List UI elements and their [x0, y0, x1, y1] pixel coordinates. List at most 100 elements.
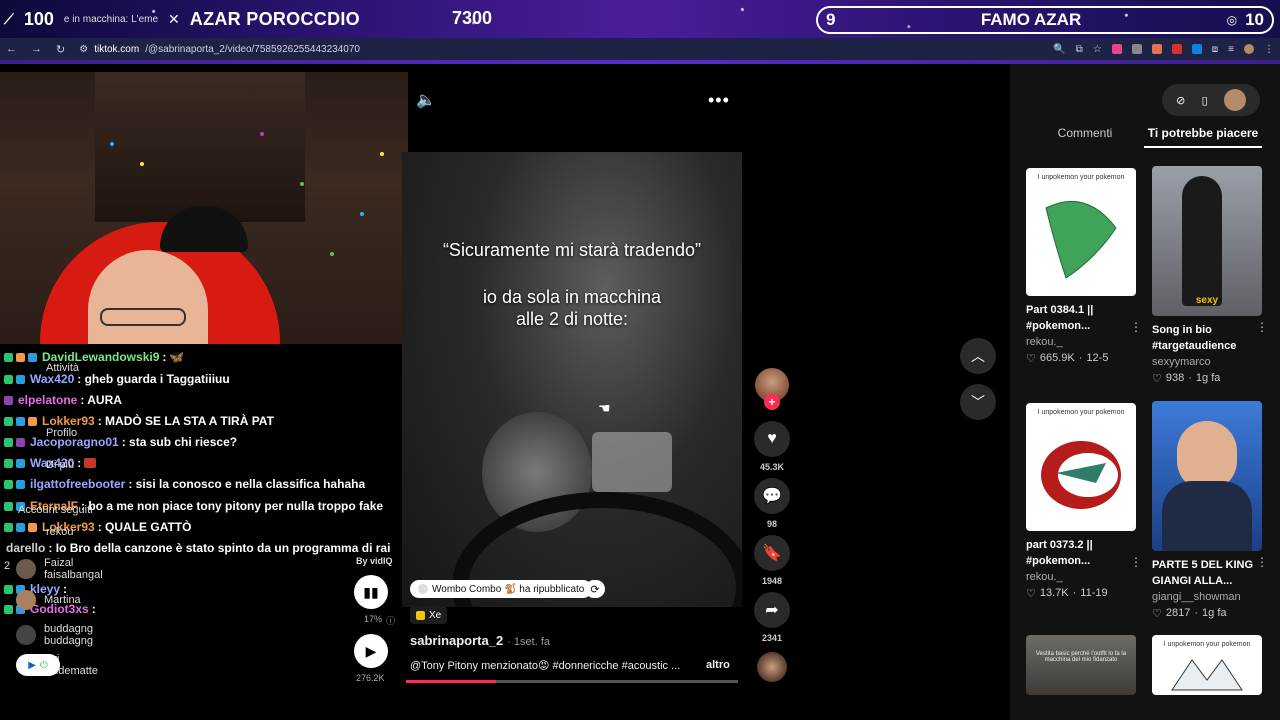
tab-comments[interactable]: Commenti [1026, 126, 1144, 148]
card-menu-icon[interactable]: ⋮ [1256, 320, 1268, 334]
nav-attivita[interactable]: Attività [46, 362, 79, 374]
suggested-video-card[interactable]: sexy Song in bio #targetaudience ⋮ sexyym… [1152, 166, 1268, 385]
repost-badge[interactable]: Wombo Combo 🐒 ha ripubblicato [410, 580, 593, 598]
led-light [260, 132, 264, 136]
side-panel [1010, 64, 1280, 720]
install-icon[interactable]: ⧉ [1076, 44, 1083, 55]
goal-left: 9 [826, 10, 836, 29]
more-options-icon[interactable]: ••• [708, 90, 730, 111]
extension-icon[interactable] [1131, 44, 1142, 54]
video-subtitle-line: io da sola in macchina [482, 287, 662, 307]
repost-icon[interactable]: ⟳ [585, 580, 605, 598]
like-heart-icon[interactable]: ♥ [754, 421, 790, 457]
suggested-video-card[interactable]: I unpokemon your pokemon [1152, 635, 1262, 695]
repost-avatar-icon [418, 584, 428, 594]
url-host: tiktok.com [94, 43, 140, 55]
card-title: part 0373.2 || #pokemon... [1026, 539, 1093, 567]
vidiq-play-icon[interactable]: ▶ [354, 634, 388, 668]
extension-icon[interactable] [1151, 44, 1162, 54]
vidiq-stats-icon[interactable]: ▮▮ [354, 575, 388, 609]
heart-outline-icon: ♡ [1026, 588, 1036, 600]
info-icon[interactable]: ⓘ [386, 614, 395, 627]
volume-icon[interactable]: 🔈 [416, 90, 436, 110]
nav-altro[interactable]: Di più [46, 459, 74, 471]
video-author[interactable]: sabrinaporta_2 · 1set. fa [410, 633, 550, 648]
comment-icon[interactable]: 💬 [754, 478, 790, 514]
address-bar[interactable]: ⚙ tiktok.com /@sabrinaporta_2/video/75859… [79, 44, 360, 55]
card-menu-icon[interactable]: ⋮ [1256, 555, 1268, 569]
chat-message: darello: Io Bro della canzone è stato sp… [6, 541, 391, 555]
caption-more-link[interactable]: altro [706, 659, 730, 671]
mini-player-toggle[interactable]: ▶ ⏻ [16, 654, 60, 676]
banner-now-playing: e in macchina: L'eme [63, 13, 159, 25]
url-path: /@sabrinaporta_2/video/75859262554432340… [145, 43, 360, 55]
webcam [0, 72, 408, 344]
banner-left-number: 100 [23, 8, 54, 29]
card-author: rekou._ [1026, 336, 1063, 348]
suggested-account[interactable]: Faizal faisalbangal [16, 557, 103, 581]
heart-outline-icon: ♡ [1152, 373, 1162, 385]
site-info-icon[interactable]: ⚙ [79, 44, 88, 55]
extensions-puzzle-icon[interactable]: ⧈ [1212, 44, 1218, 55]
reload-icon[interactable]: ↻ [56, 43, 65, 56]
close-icon: ✕ [168, 10, 180, 27]
dragon-illustration [1041, 441, 1121, 509]
led-light [360, 212, 364, 216]
sound-disc[interactable] [757, 652, 787, 682]
nav-profilo[interactable]: Profilo [46, 427, 77, 439]
suggested-video-card[interactable]: Vestita basic perché l'outfit lo fa la m… [1026, 635, 1136, 695]
suggested-account[interactable]: Martina [16, 590, 81, 610]
sound-tag[interactable]: Xe [410, 606, 448, 624]
video-subtitle-line: alle 2 di notte: [515, 309, 629, 329]
back-icon[interactable]: ← [6, 43, 17, 55]
phone-icon[interactable]: ▯ [1202, 94, 1208, 107]
video-progress[interactable] [406, 680, 738, 683]
heart-outline-icon: ♡ [1152, 608, 1162, 620]
share-arrow-icon[interactable]: ➦ [754, 592, 790, 628]
zoom-icon[interactable]: 🔍 [1053, 44, 1065, 55]
follow-plus-icon[interactable]: + [764, 394, 780, 410]
led-light [140, 162, 144, 166]
bookmark-star-icon[interactable]: ☆ [1093, 44, 1102, 55]
banner-left: ⟋ 100 e in macchina: L'eme ✕ AZAR POROCC… [4, 4, 360, 34]
chat-message: Lokker93: MADÒ SE LA STA A TIRÀ PAT [4, 414, 274, 428]
extension-icon[interactable] [1171, 44, 1182, 54]
chevron-up-icon[interactable]: ︿ [960, 338, 996, 374]
following-rekou[interactable]: rekou [46, 526, 74, 538]
extension-icon[interactable] [1111, 44, 1122, 54]
chat-message: DavidLewandowski9: 🦋 [4, 350, 184, 364]
profile-avatar[interactable] [1244, 44, 1254, 54]
banner-title: AZAR POROCCDIO [189, 8, 360, 29]
video-window-light [592, 432, 672, 492]
card-menu-icon[interactable]: ⋮ [1130, 555, 1142, 569]
media-icon[interactable]: ≡ [1228, 44, 1234, 55]
compass-icon[interactable]: ⊘ [1176, 94, 1185, 107]
tab-you-may-like[interactable]: Ti potrebbe piacere [1144, 126, 1262, 148]
power-icon: ⏻ [39, 659, 48, 671]
video-thumbnail: I unpokemon your pokemon [1026, 168, 1136, 296]
forward-icon[interactable]: → [31, 43, 42, 55]
led-light [330, 252, 334, 256]
card-stats: ♡ 2817 · 1g fa [1152, 607, 1227, 620]
extension-icon[interactable] [1191, 44, 1202, 54]
like-count: 45.3K [759, 462, 785, 472]
chevron-down-icon[interactable]: ﹀ [960, 384, 996, 420]
heart-outline-icon: ♡ [1026, 353, 1036, 365]
suggested-video-card[interactable]: I unpokemon your pokemon Part 0384.1 || #… [1026, 168, 1142, 365]
card-stats: ♡ 938 · 1g fa [1152, 372, 1221, 385]
user-avatar[interactable] [1223, 89, 1246, 111]
led-light [300, 182, 304, 186]
card-menu-icon[interactable]: ⋮ [1130, 320, 1142, 334]
menu-dots-icon[interactable]: ⋮ [1264, 44, 1274, 55]
suggested-account[interactable]: buddagng buddagng [16, 623, 93, 647]
card-author: rekou._ [1026, 571, 1063, 583]
video-player[interactable] [402, 152, 742, 607]
card-author: giangi__showman [1152, 591, 1241, 603]
bookmark-icon[interactable]: 🔖 [754, 535, 790, 571]
card-stats: ♡ 13.7K · 11-19 [1026, 587, 1108, 600]
led-light [380, 152, 384, 156]
chat-message: Jacoporagno01: sta sub chi riesce? [4, 435, 237, 449]
led-light [110, 142, 114, 146]
suggested-video-card[interactable]: I unpokemon your pokemon part 0373.2 || #… [1026, 403, 1142, 600]
suggested-video-card[interactable]: PARTE 5 DEL KING GIANGI ALLA... ⋮ giangi_… [1152, 401, 1268, 620]
